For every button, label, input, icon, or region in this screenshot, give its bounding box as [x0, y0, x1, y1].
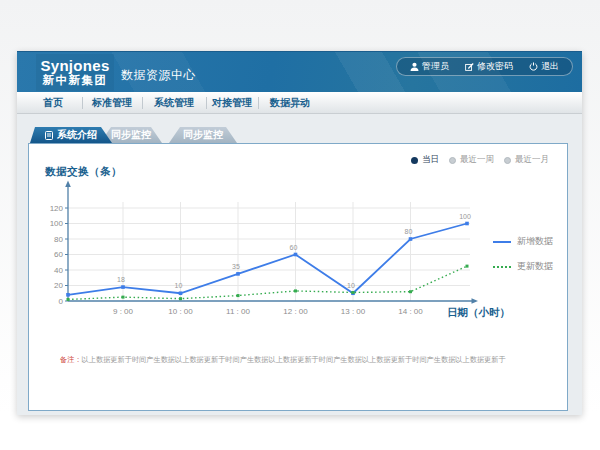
logout-label: 退出 [541, 60, 559, 73]
app-window: Synjones 新中新集团 数据资源中心 管理员 修改密码 退出 首页 标准管… [17, 51, 582, 415]
logo-text-cn: 新中新集团 [43, 74, 108, 87]
svg-text:80: 80 [405, 228, 413, 235]
svg-text:35: 35 [232, 263, 240, 270]
nav-item-data-change[interactable]: 数据异动 [258, 92, 322, 113]
svg-text:20: 20 [54, 281, 63, 290]
current-user[interactable]: 管理员 [402, 60, 457, 73]
filter-last-month[interactable]: 最近一月 [504, 154, 549, 166]
nav-item-standard-mgmt[interactable]: 标准管理 [82, 92, 142, 113]
solid-line-swatch [493, 241, 511, 243]
svg-text:60: 60 [290, 244, 298, 251]
edit-icon [465, 62, 474, 71]
svg-text:10: 10 [175, 282, 183, 289]
chart-y-axis-title: 数据交换（条） [45, 165, 122, 179]
chart-legend: 新增数据 更新数据 [493, 235, 553, 273]
filter-today[interactable]: 当日 [411, 154, 439, 166]
svg-text:0: 0 [59, 297, 64, 306]
nav-item-system-mgmt[interactable]: 系统管理 [142, 92, 206, 113]
tab-sync-monitor-2[interactable]: 同步监控 [169, 127, 237, 143]
footnote: 备注：以上数据更新于时间产生数据以上数据更新于时间产生数据以上数据更新于时间产生… [60, 355, 506, 365]
radio-unselected-icon [504, 157, 511, 164]
user-toolbar: 管理员 修改密码 退出 [396, 57, 573, 76]
tab-label: 同步监控 [111, 127, 151, 143]
svg-text:10 : 00: 10 : 00 [168, 307, 193, 316]
legend-item-new-data: 新增数据 [493, 235, 553, 248]
logo: Synjones 新中新集团 [36, 54, 114, 91]
logo-text-en: Synjones [40, 58, 109, 74]
exchange-line-chart: 0 20 40 60 80 100 120 9 : 00 10 : 00 11 : 00 12 : … [50, 178, 490, 328]
range-filter-group: 当日 最近一周 最近一月 [411, 154, 549, 166]
svg-text:14 : 00: 14 : 00 [398, 307, 423, 316]
filter-label: 当日 [422, 154, 439, 166]
footnote-text: 以上数据更新于时间产生数据以上数据更新于时间产生数据以上数据更新于时间产生数据以… [82, 355, 506, 364]
filter-last-week[interactable]: 最近一周 [449, 154, 494, 166]
user-icon [410, 62, 419, 71]
svg-text:18: 18 [117, 276, 125, 283]
nav-item-home[interactable]: 首页 [24, 92, 82, 113]
svg-text:13 : 00: 13 : 00 [341, 307, 366, 316]
radio-selected-icon [411, 157, 418, 164]
power-icon [529, 62, 538, 71]
radio-unselected-icon [449, 157, 456, 164]
filter-label: 最近一月 [515, 154, 549, 166]
legend-label: 新增数据 [517, 235, 553, 248]
svg-text:40: 40 [54, 266, 63, 275]
legend-item-update-data: 更新数据 [493, 260, 553, 273]
footnote-prefix: 备注： [60, 355, 82, 364]
main-nav: 首页 标准管理 系统管理 对接管理 数据异动 [17, 92, 582, 114]
svg-text:120: 120 [50, 204, 64, 213]
chart-x-axis-title: 日期（小时） [447, 306, 510, 320]
svg-text:9 : 00: 9 : 00 [113, 307, 134, 316]
svg-text:100: 100 [459, 213, 471, 220]
tab-bar: 系统介绍 同步监控 同步监控 [17, 127, 582, 143]
dotted-line-swatch [493, 266, 511, 268]
tab-system-intro[interactable]: 系统介绍 [30, 127, 112, 143]
tab-label: 系统介绍 [57, 127, 97, 143]
filter-label: 最近一周 [460, 154, 494, 166]
app-header: Synjones 新中新集团 数据资源中心 管理员 修改密码 退出 [17, 51, 582, 92]
svg-text:10: 10 [347, 282, 355, 289]
tab-label: 同步监控 [183, 127, 223, 143]
svg-text:11 : 00: 11 : 00 [226, 307, 250, 316]
change-password-button[interactable]: 修改密码 [457, 60, 521, 73]
legend-label: 更新数据 [517, 260, 553, 273]
logout-button[interactable]: 退出 [521, 60, 567, 73]
svg-text:100: 100 [50, 219, 64, 228]
nav-item-connect-mgmt[interactable]: 对接管理 [206, 92, 258, 113]
app-title: 数据资源中心 [121, 67, 196, 84]
svg-text:80: 80 [54, 235, 63, 244]
svg-text:60: 60 [54, 250, 63, 259]
change-password-label: 修改密码 [477, 60, 513, 73]
current-user-label: 管理员 [422, 60, 449, 73]
svg-text:12 : 00: 12 : 00 [283, 307, 308, 316]
document-icon [45, 131, 53, 140]
